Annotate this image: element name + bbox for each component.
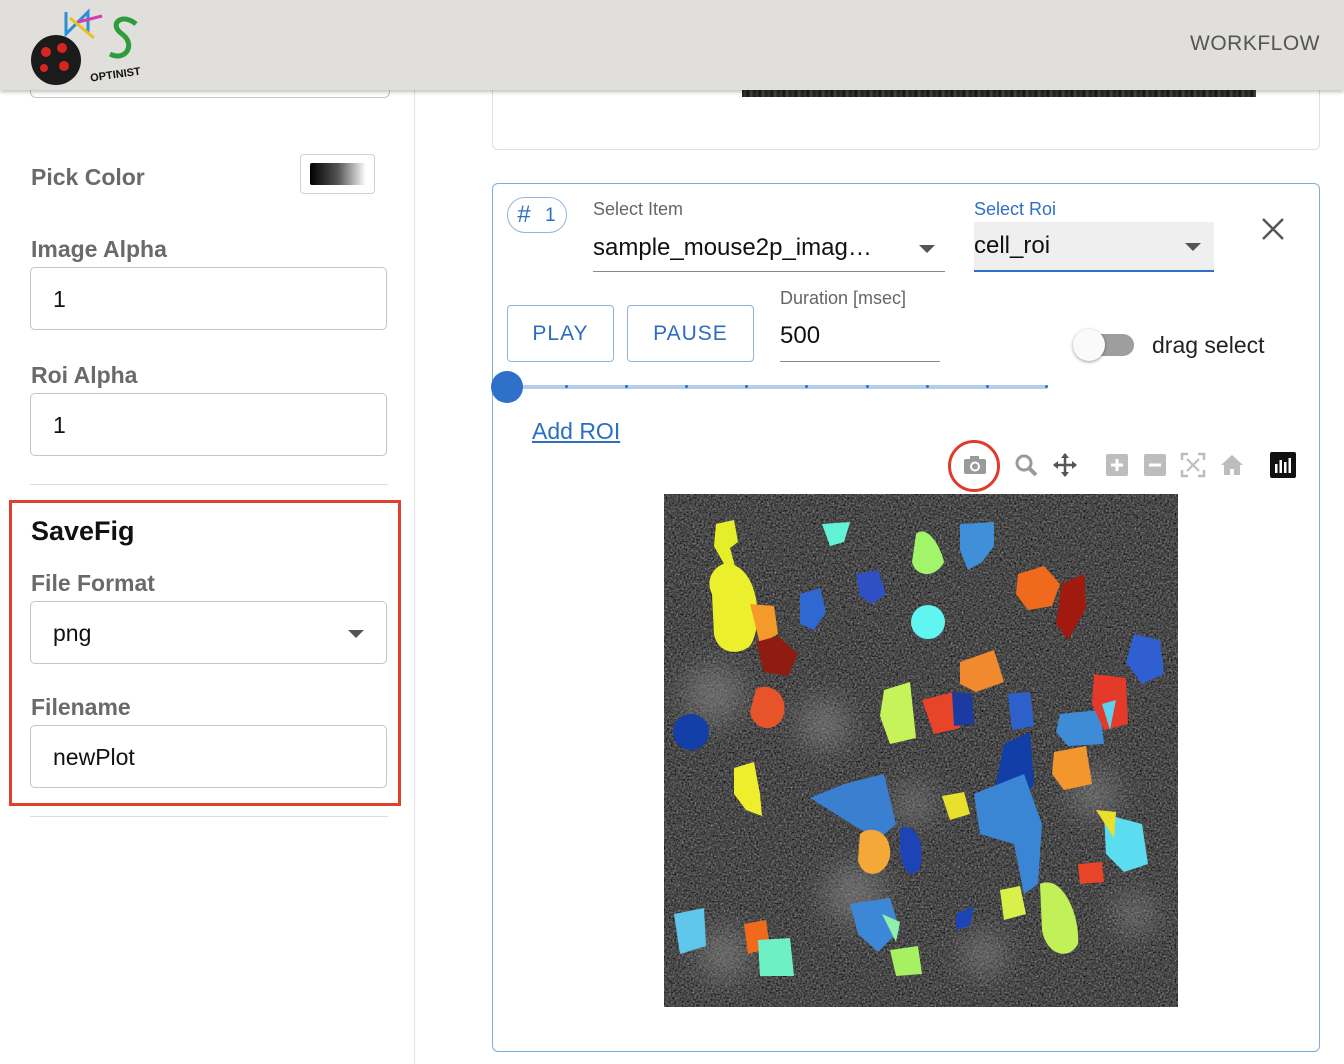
file-format-label: File Format [31,570,155,596]
hash-icon: # [517,201,531,228]
select-roi-label: Select Roi [974,199,1057,219]
file-format-value: png [53,620,92,646]
filename-input[interactable]: newPlot [30,725,387,788]
frame-slider-track[interactable] [507,385,1048,389]
select-item-label: Select Item [593,199,684,219]
file-format-select[interactable]: png [30,601,387,664]
slider-tick [625,385,628,388]
close-icon[interactable] [1258,214,1288,244]
divider [30,816,388,817]
image-alpha-label: Image Alpha [31,236,167,262]
workflow-link[interactable]: WORKFLOW [1190,32,1320,56]
duration-label: Duration [msec] [780,288,907,308]
divider [30,484,388,485]
main-content: # 1 Select Item sample_mouse2p_imag… Sel… [415,80,1344,1064]
savefig-title: SaveFig [31,516,135,546]
optinist-logo[interactable]: OPTINIST [26,4,156,88]
select-item-underline [593,271,945,272]
select-roi-value: cell_roi [974,232,1051,259]
roi-image-plot[interactable] [664,494,1178,1007]
autoscale-icon[interactable] [1180,452,1206,478]
color-swatch [310,163,366,185]
camera-icon[interactable] [962,452,988,478]
home-icon[interactable] [1219,452,1245,478]
filename-value: newPlot [53,744,135,770]
add-roi-link[interactable]: Add ROI [532,418,620,445]
slider-tick [565,385,568,388]
slider-tick [805,385,808,388]
sidebar: Pick Color Image Alpha 1 Roi Alpha 1 Sav… [0,88,415,1064]
slider-tick [926,385,929,388]
zoom-icon[interactable] [1013,452,1039,478]
chevron-down-icon [1185,243,1201,251]
slider-tick [745,385,748,388]
drag-select-label: drag select [1152,332,1265,358]
roi-plot-card: # 1 Select Item sample_mouse2p_imag… Sel… [491,183,1320,1052]
svg-text:OPTINIST: OPTINIST [90,66,142,85]
item-number: 1 [545,205,556,226]
zoom-in-icon[interactable] [1104,452,1130,478]
pause-button[interactable]: PAUSE [627,305,754,362]
plotly-logo-icon[interactable] [1270,452,1296,478]
drag-select-toggle-thumb[interactable] [1073,329,1105,361]
select-item-value: sample_mouse2p_imag… [593,234,872,261]
roi-alpha-label: Roi Alpha [31,362,138,388]
duration-value: 500 [780,322,821,349]
select-item-dropdown[interactable]: sample_mouse2p_imag… [593,224,945,272]
pan-icon[interactable] [1052,452,1078,478]
chevron-down-icon [919,245,935,253]
app-bar: OPTINIST WORKFLOW [0,0,1344,90]
roi-alpha-value: 1 [53,412,66,438]
color-picker-button[interactable] [300,154,375,194]
image-alpha-value: 1 [53,286,66,312]
filename-label: Filename [31,694,131,720]
slider-tick [1045,385,1048,388]
duration-input[interactable]: 500 [780,312,940,362]
zoom-out-icon[interactable] [1142,452,1168,478]
previous-plot-card [492,80,1320,150]
item-number-chip: # 1 [507,197,567,233]
slider-tick [986,385,989,388]
roi-alpha-input[interactable]: 1 [30,393,387,456]
slider-tick [866,385,869,388]
slider-tick [685,385,688,388]
duration-underline [780,361,940,362]
chevron-down-icon [348,630,364,638]
image-alpha-input[interactable]: 1 [30,267,387,330]
play-button[interactable]: PLAY [507,305,614,362]
select-roi-dropdown[interactable]: cell_roi [974,222,1214,272]
pick-color-label: Pick Color [31,164,145,190]
frame-slider-thumb[interactable] [491,371,523,403]
